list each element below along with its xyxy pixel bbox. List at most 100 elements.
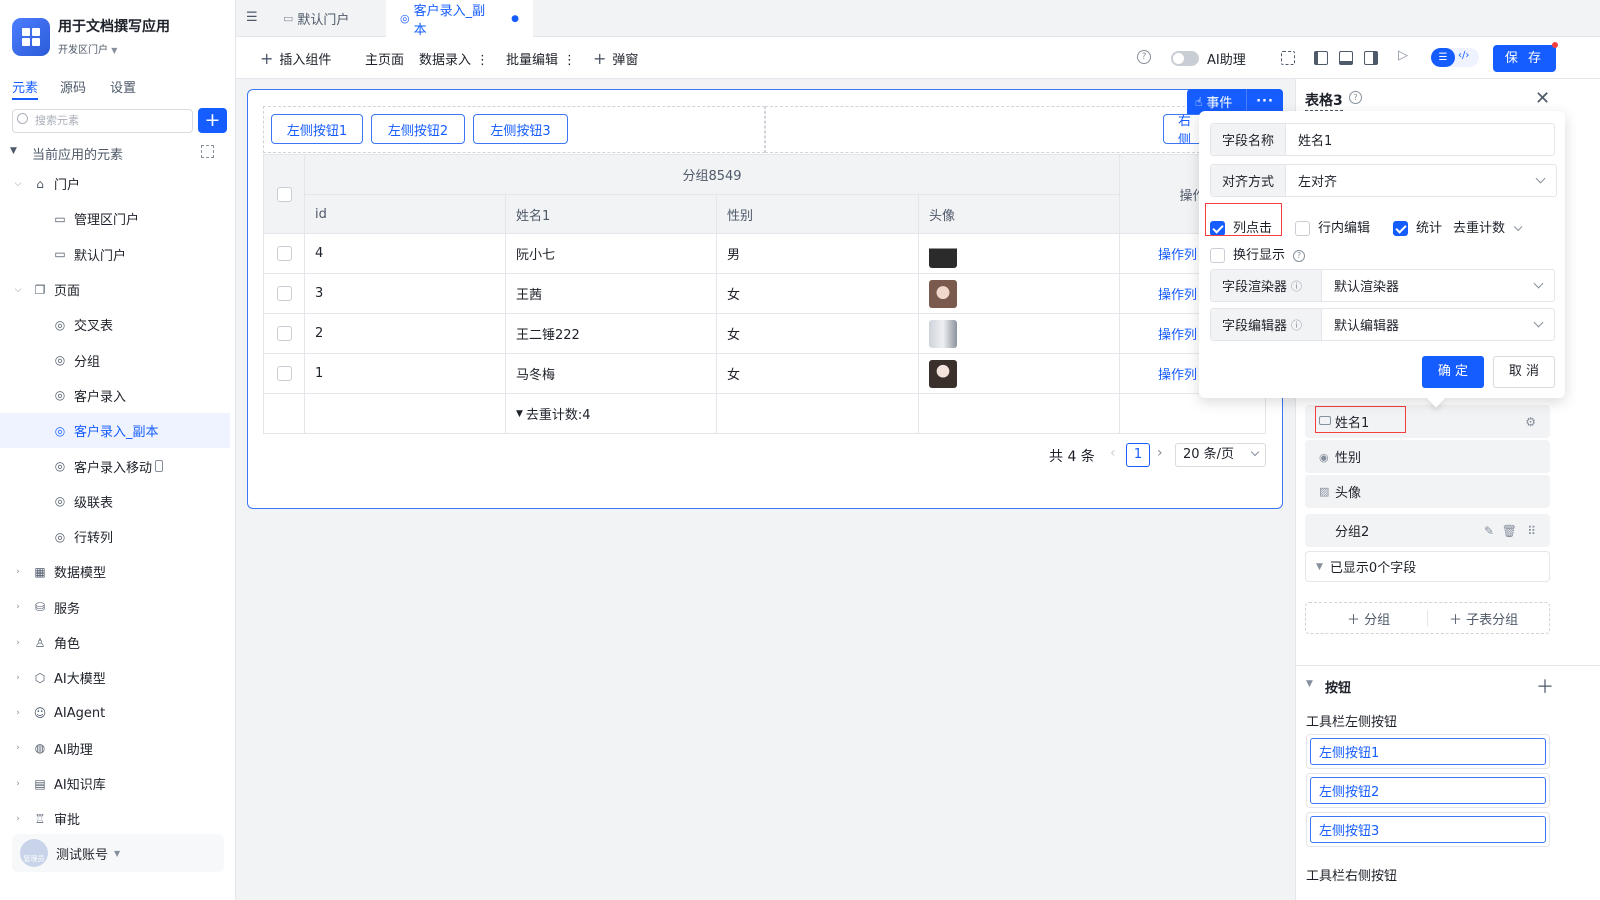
tab-elements[interactable]: 元素 [12, 77, 38, 96]
layout-grid-icon[interactable] [1281, 51, 1295, 65]
inline-edit-checkbox[interactable] [1295, 221, 1310, 236]
insert-component-button[interactable]: + 插入组件 [260, 49, 331, 68]
align-select[interactable]: 左对齐 [1286, 165, 1556, 196]
panel-left-button-2[interactable]: 左侧按钮2 [1310, 777, 1546, 804]
tree-item-ai-assistant[interactable]: › ◍ AI助理 [0, 731, 236, 766]
left-button-2[interactable]: 左侧按钮2 [371, 114, 465, 144]
tree-item-customer-entry[interactable]: ◎ 客户录入 [0, 378, 236, 413]
stats-checkbox[interactable] [1393, 221, 1408, 236]
portal-switcher[interactable]: 开发区门户 ▼ [58, 41, 117, 56]
stats-mode-select[interactable]: 去重计数 [1453, 217, 1523, 236]
field-item-sex[interactable]: 性别 [1305, 440, 1550, 473]
tree-item-cascade[interactable]: ◎ 级联表 [0, 484, 236, 519]
tree-item-ai-knowledge[interactable]: › ▤ AI知识库 [0, 766, 236, 801]
caret-down-icon[interactable]: ▼ [1306, 679, 1313, 689]
page-number-button[interactable]: 1 [1126, 443, 1150, 467]
left-button-1[interactable]: 左侧按钮1 [271, 114, 363, 144]
edit-icon[interactable]: ✎ [1484, 524, 1494, 538]
view-mode-switch[interactable]: ☰ ‹/› [1431, 48, 1479, 67]
tree-item-approval[interactable]: › ♖ 审批 [0, 801, 236, 836]
row-checkbox[interactable] [276, 246, 292, 261]
tree-item-default-portal[interactable]: ▭ 默认门户 [0, 237, 236, 272]
locate-icon[interactable] [201, 145, 214, 158]
tree-item-portal[interactable]: ⌵ ⌂ 门户 [0, 166, 236, 201]
left-panel-icon[interactable] [1314, 51, 1328, 65]
tab-source[interactable]: 源码 [60, 77, 86, 96]
tab-default-portal[interactable]: ▭ 默认门户 [269, 0, 363, 37]
play-icon[interactable]: ▷ [1398, 48, 1408, 63]
summary-name-cell[interactable]: ▼ 去重计数:4 [506, 394, 717, 434]
field-item-label: 性别 [1335, 451, 1362, 466]
panel-left-button-3[interactable]: 左侧按钮3 [1310, 816, 1546, 843]
left-button-3[interactable]: 左侧按钮3 [473, 114, 568, 144]
field-item-avatar[interactable]: 头像 [1305, 475, 1550, 508]
row-checkbox[interactable] [276, 286, 292, 301]
tree-item-customer-entry-mobile[interactable]: ◎ 客户录入移动 [0, 448, 236, 483]
close-icon[interactable]: ✕ [1535, 88, 1550, 109]
tab-settings[interactable]: 设置 [110, 77, 136, 96]
delete-icon[interactable]: 🗑 [1502, 524, 1517, 538]
right-button-1[interactable]: 右侧 [1163, 114, 1203, 144]
select-all-checkbox[interactable] [276, 186, 292, 202]
tree-item-crosstab[interactable]: ◎ 交叉表 [0, 307, 236, 342]
drag-handle-icon[interactable]: ⠿ [1527, 524, 1536, 538]
tree-item-group[interactable]: ◎ 分组 [0, 342, 236, 377]
stats-option[interactable]: 统计 [1393, 217, 1442, 236]
batch-edit-menu[interactable]: 批量编辑 ⋮ [506, 49, 576, 68]
panel-left-button-1[interactable]: 左侧按钮1 [1310, 738, 1546, 765]
renderer-select[interactable]: 默认渲染器 [1322, 270, 1554, 301]
account-menu[interactable]: 管理员 测试账号 ▼ [12, 834, 224, 872]
tree-item-admin-portal[interactable]: ▭ 管理区门户 [0, 201, 236, 236]
settings-icon[interactable]: ⚙ [1525, 415, 1536, 429]
add-popup-button[interactable]: + 弹窗 [593, 49, 638, 68]
help-icon[interactable]: ? [1349, 91, 1362, 104]
tree-item-row-to-col[interactable]: ◎ 行转列 [0, 519, 236, 554]
wrap-option[interactable]: 换行显示? [1210, 244, 1306, 263]
tree-item-label: 页面 [54, 284, 81, 300]
tree-item-ai-agent[interactable]: › ☺ AIAgent [0, 695, 236, 730]
tree-item-ai-model[interactable]: › ⬡ AI大模型 [0, 660, 236, 695]
shown-fields-toggle[interactable]: ▼ 已显示0个字段 [1305, 551, 1550, 582]
tree-item-data-model[interactable]: › ▦ 数据模型 [0, 554, 236, 589]
tree-item-pages[interactable]: ⌵ ❐ 页面 [0, 272, 236, 307]
confirm-button[interactable]: 确 定 [1422, 356, 1484, 388]
prev-page-icon[interactable]: ‹ [1110, 445, 1116, 461]
more-horizontal-icon[interactable]: ··· [1247, 94, 1283, 109]
portal-name: 开发区门户 [58, 45, 108, 56]
add-group-button[interactable]: ＋ 分组 [1347, 609, 1390, 628]
caret-down-icon[interactable]: ▼ [10, 146, 17, 156]
page-size-select[interactable]: 20 条/页 [1175, 443, 1266, 467]
row-checkbox[interactable] [276, 366, 292, 381]
editor-select[interactable]: 默认编辑器 [1322, 309, 1554, 340]
add-element-button[interactable]: + [198, 108, 227, 133]
tab-customer-entry-copy[interactable]: ◎ 客户录入_副本 ● [386, 0, 533, 38]
column-header-name[interactable]: 姓名1 [506, 195, 717, 234]
help-icon[interactable]: ? [1293, 249, 1306, 262]
tree-item-role[interactable]: › ♙ 角色 [0, 625, 236, 660]
bottom-panel-icon[interactable] [1339, 51, 1353, 65]
tree-item-service[interactable]: › ⛁ 服务 [0, 590, 236, 625]
group-item-2[interactable]: 分组2 ✎ 🗑 ⠿ [1305, 514, 1550, 547]
search-input[interactable]: 搜索元素 [12, 109, 193, 133]
code-mode-icon[interactable]: ‹/› [1458, 50, 1469, 61]
right-panel-icon[interactable] [1364, 51, 1378, 65]
design-mode-icon[interactable]: ☰ [1431, 48, 1455, 67]
column-header-id[interactable]: id [305, 195, 506, 234]
column-header-sex[interactable]: 性别 [717, 195, 919, 234]
add-subtable-group-button[interactable]: ＋ 子表分组 [1449, 609, 1518, 628]
tree-item-customer-entry-copy[interactable]: ◎ 客户录入_副本 [0, 413, 230, 449]
ai-assistant-toggle[interactable] [1171, 51, 1199, 66]
inline-edit-option[interactable]: 行内编辑 [1295, 217, 1370, 236]
column-header-avatar[interactable]: 头像 [919, 195, 1120, 234]
data-entry-menu[interactable]: 数据录入 ⋮ [419, 49, 489, 68]
cancel-button[interactable]: 取 消 [1493, 356, 1555, 388]
field-name-input[interactable]: 姓名1 [1286, 124, 1554, 155]
add-button-icon[interactable]: ＋ [1536, 673, 1554, 699]
home-page-button[interactable]: 主页面 [365, 49, 404, 68]
help-icon[interactable]: ? [1137, 50, 1151, 64]
row-checkbox[interactable] [276, 326, 292, 341]
collapse-sidebar-icon[interactable]: ☰ [246, 10, 258, 25]
next-page-icon[interactable]: › [1157, 445, 1163, 461]
save-button[interactable]: 保 存 [1493, 45, 1556, 72]
wrap-checkbox[interactable] [1210, 248, 1225, 263]
